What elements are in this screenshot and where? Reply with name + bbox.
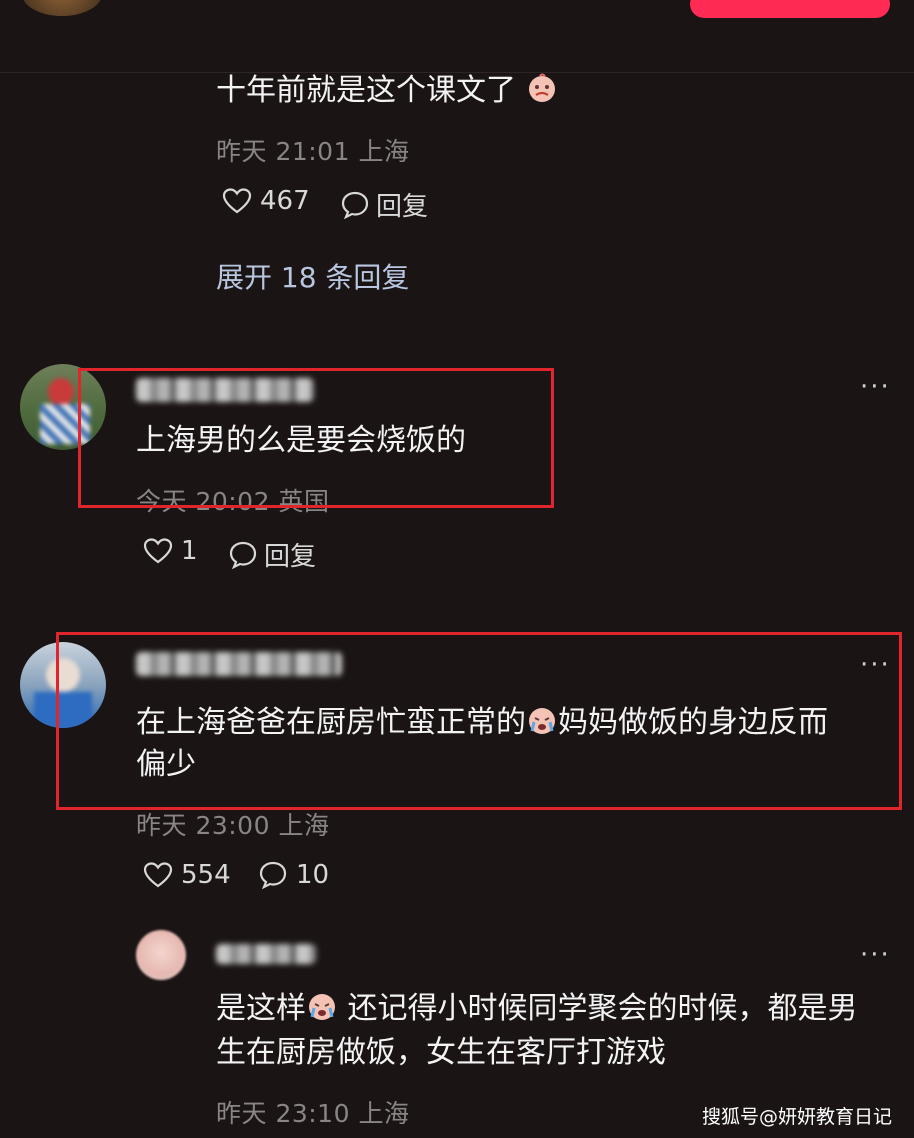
reply-label: 回复 xyxy=(264,542,317,572)
reply-button[interactable]: 10 xyxy=(258,860,329,890)
comment-meta: 昨天 21:01 上海 xyxy=(216,137,410,166)
avatar[interactable] xyxy=(136,930,186,980)
comment-text-line2: 生在厨房做饭，女生在客厅打游戏 xyxy=(216,1035,666,1070)
like-count: 467 xyxy=(260,186,310,216)
reply-label: 回复 xyxy=(376,192,429,222)
emoji-icon xyxy=(526,72,558,104)
like-button[interactable]: 554 xyxy=(143,860,231,890)
comment-bubble-icon xyxy=(228,540,258,570)
like-button[interactable]: 467 xyxy=(222,186,310,216)
follow-button[interactable] xyxy=(690,0,890,18)
heart-icon xyxy=(143,861,173,889)
comment-bubble-icon xyxy=(258,860,288,890)
comment-text: 十年前就是这个课文了 xyxy=(216,70,558,112)
avatar[interactable] xyxy=(22,0,102,16)
heart-icon xyxy=(222,187,252,215)
comment-text: 是这样 还记得小时候同学聚会的时候，都是男 xyxy=(216,990,858,1026)
expand-replies-link[interactable]: 展开 18 条回复 xyxy=(216,256,409,296)
reply-button[interactable]: 回复 xyxy=(340,186,428,223)
reply-count: 10 xyxy=(296,860,330,890)
watermark: 搜狐号@妍妍教育日记 xyxy=(701,1106,892,1128)
like-button[interactable]: 1 xyxy=(143,536,198,566)
comment-bubble-icon xyxy=(340,190,370,220)
reply-button[interactable]: 回复 xyxy=(228,536,316,573)
highlight-box xyxy=(56,632,902,810)
more-icon[interactable]: ··· xyxy=(860,940,891,970)
emoji-icon xyxy=(306,990,338,1022)
comment-meta: 昨天 23:10 上海 xyxy=(216,1099,410,1128)
like-count: 1 xyxy=(181,536,198,566)
comment-meta: 昨天 23:00 上海 xyxy=(136,811,330,840)
heart-icon xyxy=(143,537,173,565)
highlight-box xyxy=(78,368,554,508)
username[interactable] xyxy=(216,944,316,964)
like-count: 554 xyxy=(181,860,231,890)
more-icon[interactable]: ··· xyxy=(860,372,891,402)
